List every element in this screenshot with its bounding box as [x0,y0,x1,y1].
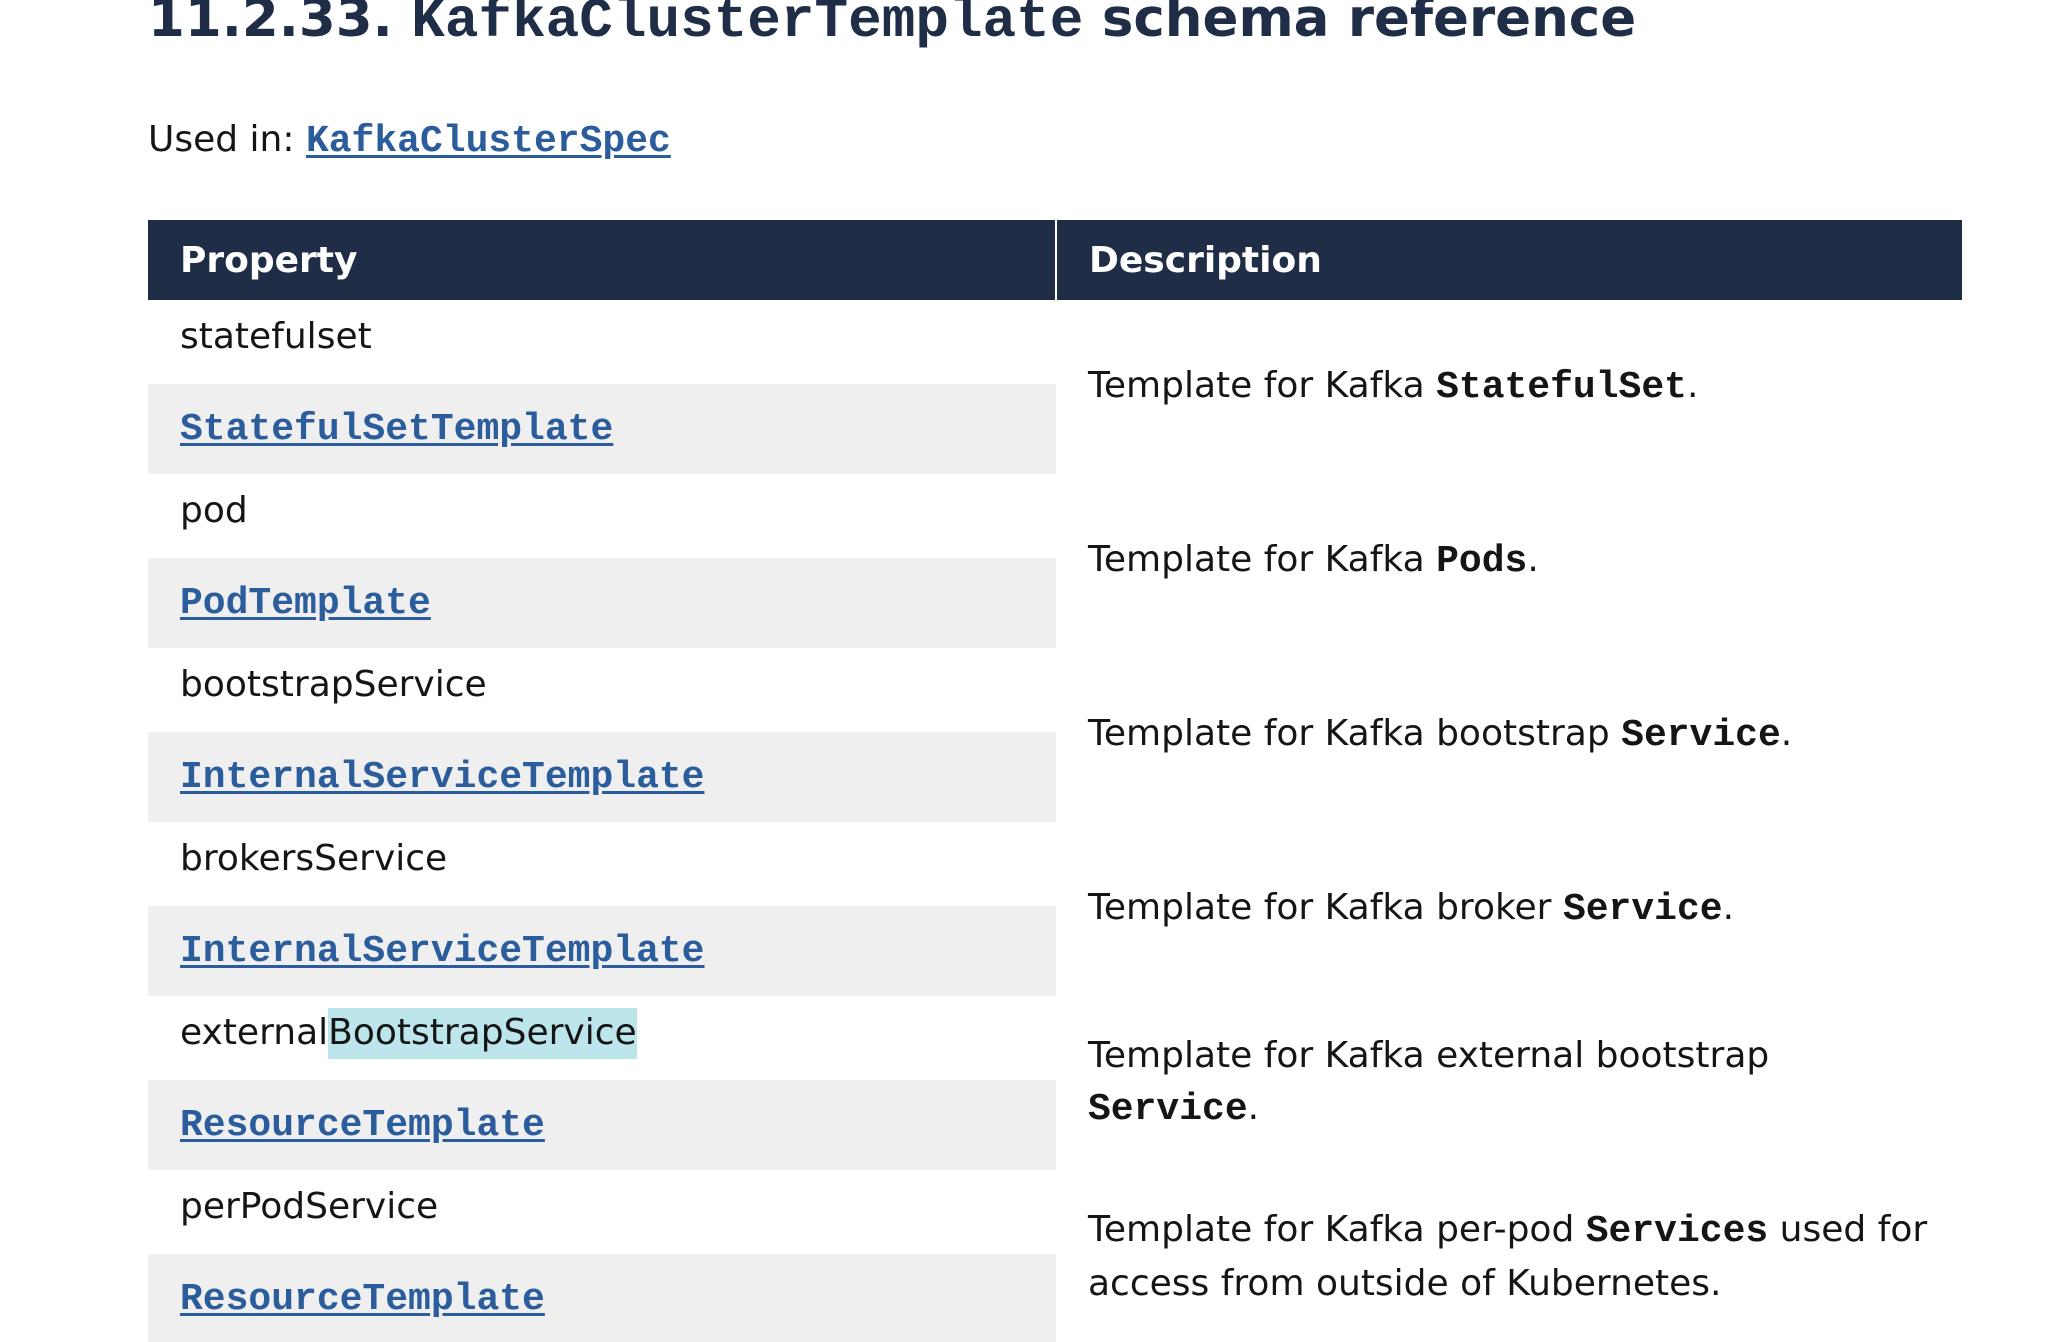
description-text: Template for Kafka [1088,365,1437,406]
description-code: Service [1088,1088,1248,1131]
property-description: Template for Kafka per-pod Services used… [1056,1170,1962,1342]
property-description: Template for Kafka external bootstrap Se… [1056,996,1962,1170]
property-type-link[interactable]: PodTemplate [180,582,431,625]
property-description: Template for Kafka bootstrap Service. [1056,648,1962,822]
property-type-link[interactable]: InternalServiceTemplate [180,756,705,799]
section-heading: 11.2.33. KafkaClusterTemplate schema ref… [148,0,1636,54]
property-type-cell: InternalServiceTemplate [148,732,1056,822]
description-text-end: . [1247,1087,1260,1128]
property-type-cell: StatefulSetTemplate [148,384,1056,474]
description-text-end: . [1527,539,1539,580]
property-type-cell: PodTemplate [148,558,1056,648]
description-code: Service [1562,888,1723,931]
property-type-link[interactable]: StatefulSetTemplate [180,408,613,451]
description-text: Template for Kafka external bootstrap [1088,1035,1770,1076]
property-name-prefix: external [180,1012,329,1053]
used-in-label: Used in: [148,119,295,160]
description-text-end: . [1686,365,1699,406]
property-type-link[interactable]: ResourceTemplate [180,1104,545,1147]
property-description: Template for Kafka Pods. [1056,474,1962,648]
property-name: statefulset [148,300,1056,384]
property-type-cell: ResourceTemplate [148,1254,1056,1342]
description-text: Template for Kafka bootstrap [1088,713,1622,754]
description-text: Template for Kafka broker [1088,887,1563,928]
property-name: bootstrapService [148,648,1056,732]
table-row: pod Template for Kafka Pods. [148,474,1962,648]
property-type-cell: ResourceTemplate [148,1080,1056,1170]
table-row: externalBootstrapService Template for Ka… [148,996,1962,1170]
description-code: Services [1585,1210,1769,1253]
description-code: Service [1621,714,1781,757]
property-column-header: Property [148,220,1056,300]
used-in-link[interactable]: KafkaClusterSpec [306,120,671,163]
table-row: brokersService Template for Kafka broker… [148,822,1962,996]
schema-table: Property Description statefulset Templat… [148,220,1962,1342]
property-type-link[interactable]: ResourceTemplate [180,1278,545,1321]
description-text-end: . [1722,887,1735,928]
description-code: StatefulSet [1436,366,1687,409]
property-type-cell: InternalServiceTemplate [148,906,1056,996]
table-header-row: Property Description [148,220,1962,300]
table-row: statefulset Template for Kafka StatefulS… [148,300,1962,474]
table-row: perPodService Template for Kafka per-pod… [148,1170,1962,1342]
table-row: bootstrapService Template for Kafka boot… [148,648,1962,822]
section-suffix: schema reference [1101,0,1637,49]
section-number: 11.2.33. [148,0,393,49]
description-code: Pods [1436,540,1528,583]
description-text: Template for Kafka [1088,539,1437,580]
property-description: Template for Kafka StatefulSet. [1056,300,1962,474]
property-name: perPodService [148,1170,1056,1254]
property-type-link[interactable]: InternalServiceTemplate [180,930,705,973]
property-name: externalBootstrapService [148,996,1056,1080]
description-text: Template for Kafka per-pod [1088,1209,1586,1250]
description-text-end: . [1780,713,1793,754]
search-highlight: BootstrapService [328,1008,637,1059]
description-column-header: Description [1055,220,1962,300]
documentation-page: 11.2.33. KafkaClusterTemplate schema ref… [0,0,2060,1342]
section-code-title: KafkaClusterTemplate [411,0,1084,53]
property-name: brokersService [148,822,1056,906]
property-name: pod [148,474,1056,558]
used-in-line: Used in: KafkaClusterSpec [148,114,671,168]
property-description: Template for Kafka broker Service. [1056,822,1962,996]
